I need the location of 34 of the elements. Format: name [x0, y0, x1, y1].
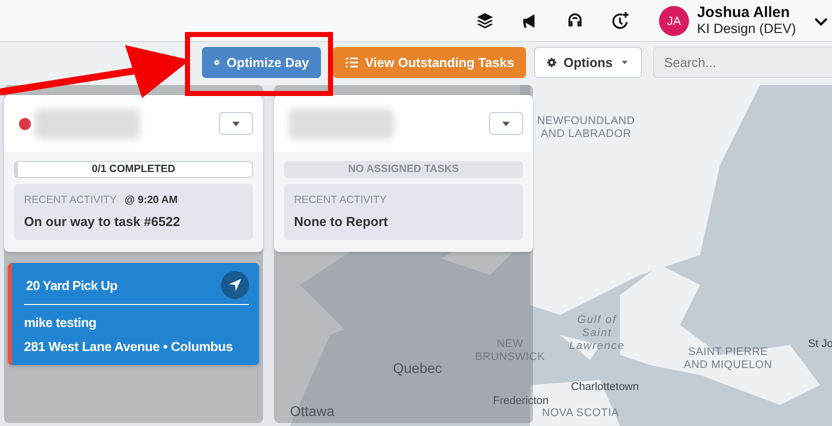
map-label: NOVA SCOTIA — [542, 407, 620, 420]
navigation-arrow-icon — [228, 278, 242, 292]
options-dropdown[interactable]: Options — [534, 47, 642, 78]
progress-bar: 0/1 COMPLETED — [14, 161, 253, 178]
user-name: Joshua Allen — [696, 4, 791, 21]
headset-icon[interactable] — [566, 12, 584, 30]
clock-plus-icon[interactable] — [610, 12, 629, 30]
activity-label: RECENT ACTIVITY — [294, 193, 387, 208]
map-label: Quebec — [393, 360, 442, 376]
task-title: 20 Yard Pick Up — [25, 276, 118, 295]
map-label: SAINT PIERRE AND MIQUELON — [682, 346, 774, 372]
layers-icon[interactable] — [476, 12, 494, 30]
navigate-button[interactable] — [221, 271, 249, 300]
activity-label: RECENT ACTIVITY — [24, 193, 117, 208]
optimize-day-button[interactable]: Optimize Day — [202, 47, 321, 78]
dropdown-toggle[interactable] — [219, 112, 253, 135]
dropdown-toggle[interactable] — [489, 112, 523, 135]
view-tasks-button[interactable]: View Outstanding Tasks — [333, 47, 526, 78]
map-label: NEWFOUNDLAND AND LABRADOR — [536, 115, 636, 141]
organization-name: KI Design (DEV) — [696, 21, 796, 37]
avatar[interactable]: JA — [658, 6, 689, 36]
task-address: 281 West Lane Avenue • Columbus — [24, 338, 234, 356]
map-label: Ottawa — [290, 403, 334, 419]
gear-icon — [547, 56, 556, 69]
map-label: Gulf of Saint Lawrence — [568, 314, 626, 353]
map-label: Charlottetown — [571, 381, 639, 394]
checklist-icon — [345, 56, 358, 69]
activity-text: None to Report — [294, 212, 389, 231]
status-banner: NO ASSIGNED TASKS — [284, 161, 523, 178]
task-customer: mike testing — [24, 314, 98, 332]
activity-time: @ 9:20 AM — [124, 193, 178, 208]
task-card[interactable]: 20 Yard Pick Up mike testing 281 West Lane Avenue • Columbus — [8, 263, 259, 366]
search-field[interactable]: Search... — [653, 47, 832, 78]
activity-text: On our way to task #6522 — [24, 212, 182, 231]
